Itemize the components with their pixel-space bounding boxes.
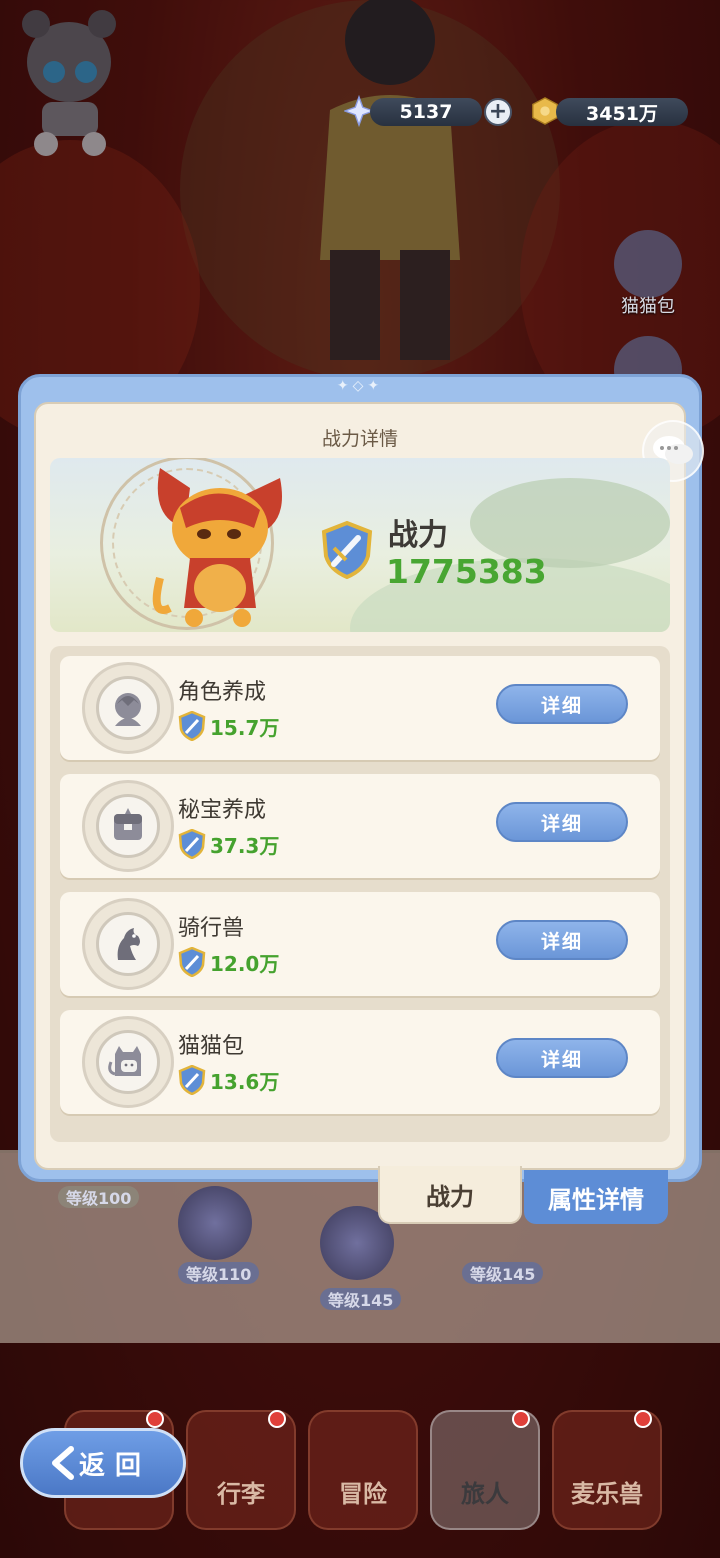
row-power-value: 13.6万	[210, 1070, 280, 1094]
treasure-icon	[82, 780, 174, 872]
notification-dot	[268, 1410, 286, 1428]
back-button[interactable]: 返回	[20, 1428, 186, 1498]
row-title: 骑行兽	[178, 916, 245, 941]
nav-label: 旅人	[461, 1480, 509, 1508]
tab-power-label: 战力	[426, 1182, 474, 1211]
nav-label: 冒险	[339, 1480, 387, 1508]
power-shield-icon	[321, 520, 373, 580]
power-total-value: 1775383	[386, 552, 547, 591]
list-item-mount: 骑行兽 12.0万 详细	[60, 892, 660, 996]
coin-amount: 3451万	[586, 102, 658, 125]
detail-button-treasure[interactable]: 详细	[496, 802, 628, 842]
nav-label: 麦乐兽	[571, 1480, 643, 1508]
cat-bag-side-label: 猫猫包	[621, 296, 675, 317]
power-shield-icon	[178, 947, 206, 977]
row-power-value: 12.0万	[210, 952, 280, 976]
nav-item-maile-beast[interactable]: 麦乐兽	[552, 1410, 662, 1530]
gem-amount: 5137	[399, 101, 453, 123]
add-gems-button[interactable]: +	[484, 98, 512, 126]
tab-attribute-label: 属性详情	[548, 1185, 644, 1214]
detail-button-mount[interactable]: 详细	[496, 920, 628, 960]
list-item-character: 角色养成 15.7万 详细	[60, 656, 660, 760]
level-badge: 等级145	[462, 1262, 544, 1284]
level-badge: 等级145	[320, 1288, 402, 1310]
gem-counter: 5137	[370, 98, 482, 126]
row-title: 角色养成	[178, 680, 267, 705]
back-arrow-icon	[52, 1446, 74, 1480]
coin-counter: 3451万	[556, 98, 688, 126]
fox-mascot	[152, 468, 282, 627]
dialog-title: 战力详情	[321, 428, 398, 450]
row-power-value: 15.7万	[210, 716, 280, 740]
back-label: 返回	[79, 1450, 152, 1481]
skill-orb[interactable]	[178, 1186, 252, 1260]
level-badge: 等级110	[178, 1262, 260, 1284]
detail-button-cat-bag[interactable]: 详细	[496, 1038, 628, 1078]
row-title: 秘宝养成	[178, 798, 267, 823]
nav-item-luggage[interactable]: 行李	[186, 1410, 296, 1530]
horse-icon	[82, 898, 174, 990]
nav-item-traveler[interactable]: 旅人	[430, 1410, 540, 1530]
cat-bag-side-icon	[614, 230, 682, 298]
power-shield-icon	[178, 829, 206, 859]
list-item-cat-bag: 猫猫包 13.6万 详细	[60, 1010, 660, 1114]
notification-dot	[512, 1410, 530, 1428]
detail-button-character[interactable]: 详细	[496, 684, 628, 724]
nav-item-adventure[interactable]: 冒险	[308, 1410, 418, 1530]
tab-attribute-details[interactable]: 属性详情	[524, 1170, 668, 1224]
dialog-ornament: ✦◇✦	[336, 378, 384, 394]
notification-dot	[634, 1410, 652, 1428]
power-shield-icon	[178, 1065, 206, 1095]
nav-label: 行李	[217, 1480, 265, 1508]
list-item-treasure: 秘宝养成 37.3万 详细	[60, 774, 660, 878]
tab-power[interactable]: 战力	[378, 1166, 522, 1224]
power-shield-icon	[178, 711, 206, 741]
power-label: 战力	[388, 518, 448, 553]
character-icon	[82, 662, 174, 754]
notification-dot	[146, 1410, 164, 1428]
row-power-value: 37.3万	[210, 834, 280, 858]
cat-bag-side-button[interactable]: 猫猫包	[612, 230, 684, 318]
row-title: 猫猫包	[178, 1034, 245, 1059]
level-badge: 等级100	[58, 1186, 140, 1208]
cat-bag-icon	[82, 1016, 174, 1108]
